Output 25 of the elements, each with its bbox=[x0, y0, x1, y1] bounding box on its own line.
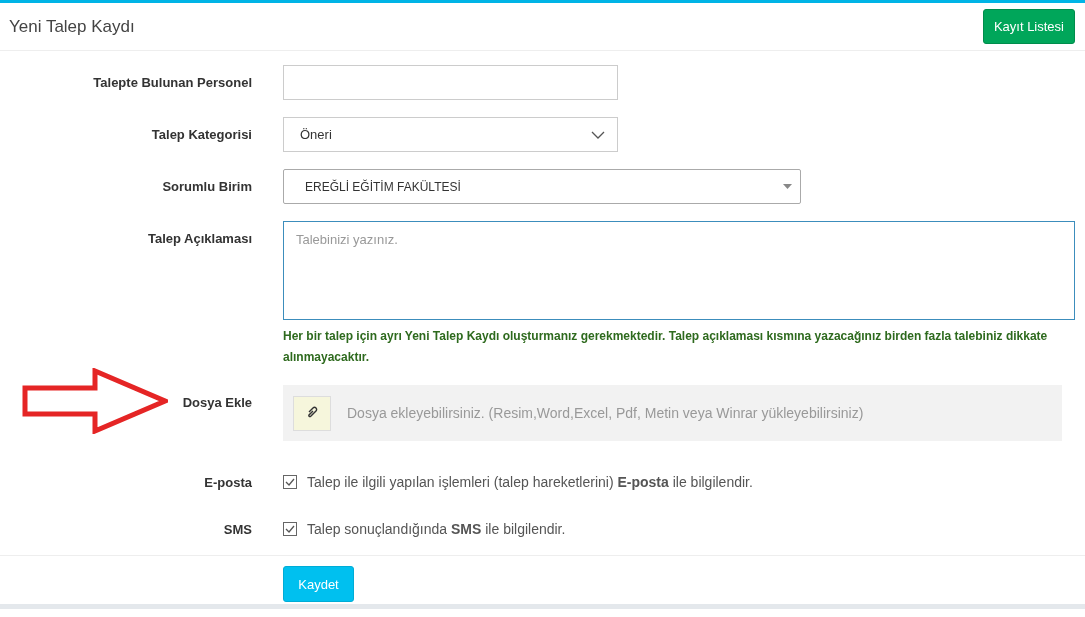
paperclip-icon bbox=[293, 395, 331, 431]
field-label: Talep Kategorisi bbox=[151, 126, 252, 142]
field-label: Talepte Bulunan Personel bbox=[93, 74, 252, 90]
save-button[interactable]: Kaydet bbox=[283, 566, 354, 602]
file-upload-area[interactable]: Dosya ekleyebilirsiniz. (Resim,Word,Excel, Pdf, Metin veya Winrar yükleyebilirsiniz) bbox=[283, 385, 1062, 441]
help-text: Her bir talep için ayrı Yeni Talep Kaydı oluşturmanız gerekmektedir. Talep açıklaması kısmına yazacağınız birden fazla talebiniz dikkate alınmayacaktır. bbox=[283, 328, 1049, 366]
category-select[interactable]: Öneri bbox=[283, 117, 618, 152]
checkbox[interactable] bbox=[283, 474, 297, 489]
checkbox[interactable] bbox=[283, 521, 297, 536]
unit-dropdown[interactable]: EREĞLİ EĞİTİM FAKÜLTESİ bbox=[283, 169, 801, 204]
field-label: SMS bbox=[223, 521, 252, 537]
arrow-annotation-icon bbox=[22, 368, 168, 434]
checkbox-label: Talep sonuçlandığında SMS ile bilgilendir. bbox=[307, 520, 566, 537]
text-input-field[interactable] bbox=[283, 65, 618, 100]
field-label: Talep Açıklaması bbox=[147, 230, 252, 246]
page-title: Yeni Talep Kaydı bbox=[9, 16, 135, 37]
chevron-down-icon bbox=[591, 130, 605, 139]
caret-icon bbox=[783, 184, 792, 189]
field-label: Dosya Ekle bbox=[182, 394, 252, 410]
checkbox-label: Talep ile ilgili yapılan işlemleri (talep hareketlerini) E-posta ile bilgilendir. bbox=[307, 473, 753, 490]
field-label: E-posta bbox=[204, 474, 252, 490]
field-label: Sorumlu Birim bbox=[162, 178, 252, 194]
record-list-button[interactable]: Kayıt Listesi bbox=[982, 9, 1075, 44]
upload-hint: Dosya ekleyebilirsiniz. (Resim,Word,Excel, Pdf, Metin veya Winrar yükleyebilirsiniz) bbox=[347, 405, 864, 421]
description-textarea[interactable]: Talebinizi yazınız. bbox=[283, 221, 1075, 320]
